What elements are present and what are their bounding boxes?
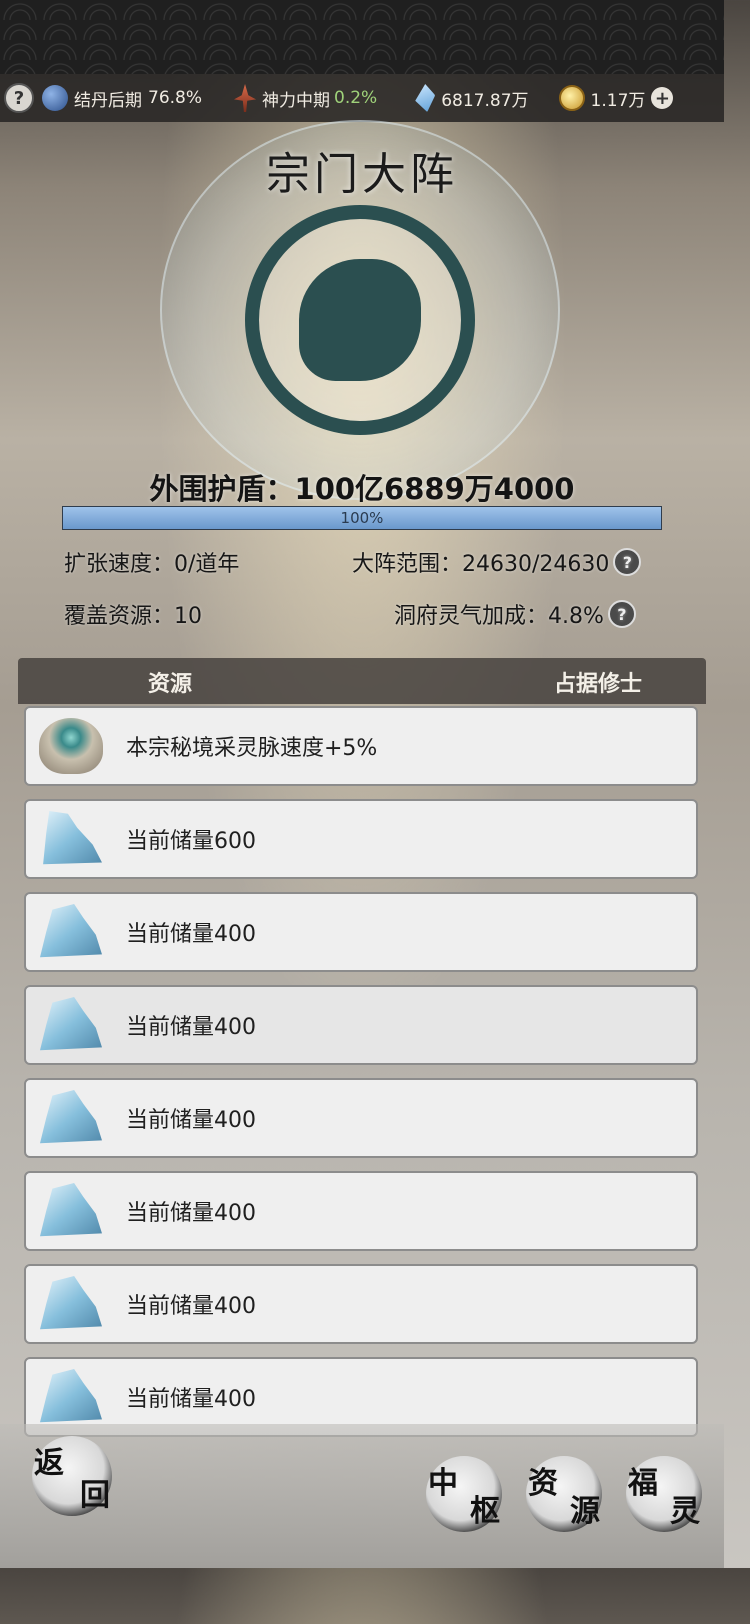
blessing-char-1: 福 (628, 1466, 658, 1501)
ore-crystal-icon (36, 1272, 106, 1336)
spirit-stone-stat: 6817.87万 (415, 84, 529, 112)
gold-coin-icon (558, 85, 585, 111)
back-char-1: 返 (34, 1446, 64, 1481)
resource-row[interactable]: 当前储量400 (24, 892, 698, 972)
ore-crystal-shape (40, 997, 102, 1051)
spirit-creature-icon (36, 714, 106, 778)
row-text: 当前储量600 (126, 829, 256, 854)
row-text: 当前储量400 (126, 1387, 256, 1412)
range-help-button[interactable]: ? (613, 548, 642, 576)
resources-button[interactable]: 资 源 (526, 1456, 602, 1532)
gold-stat: 1.17万 + (558, 85, 674, 111)
row-text: 当前储量400 (126, 1294, 256, 1319)
resource-row[interactable]: 当前储量400 (24, 1264, 698, 1344)
ore-crystal-icon (36, 900, 106, 964)
back-char-2: 回 (80, 1478, 110, 1513)
resource-row[interactable]: 当前储量400 (24, 1078, 698, 1158)
spirit-stone-count: 6817.87万 (441, 90, 529, 111)
ore-crystal-icon (36, 1086, 106, 1150)
range-text: 大阵范围：24630/24630 (352, 552, 610, 577)
aura-bonus-text: 洞府灵气加成：4.8% (394, 604, 604, 629)
ore-crystal-icon (36, 1365, 106, 1429)
divine-percent: 0.2% (334, 88, 378, 108)
ore-crystal-icon (36, 807, 106, 871)
table-header: 资源 占据修士 (18, 658, 706, 704)
row-text: 当前储量400 (126, 1108, 256, 1133)
center-button[interactable]: 中 枢 (426, 1456, 502, 1532)
row-text: 本宗秘境采灵脉速度+5% (126, 736, 378, 761)
ore-crystal-shape (40, 904, 102, 958)
resource-row[interactable]: 当前储量400 (24, 1171, 698, 1251)
aura-help-button[interactable]: ? (607, 600, 636, 628)
ore-crystal-icon (36, 993, 106, 1057)
resources-char-2: 源 (570, 1494, 600, 1529)
trident-icon (234, 84, 257, 112)
expand-speed-text: 扩张速度：0/道年 (64, 552, 240, 577)
ore-crystal-shape (40, 1183, 102, 1237)
blessing-char-2: 灵 (670, 1494, 700, 1529)
blessing-button[interactable]: 福 灵 (626, 1456, 702, 1532)
realm-percent: 76.8% (148, 88, 203, 108)
col-resource: 资源 (148, 672, 193, 697)
center-char-2: 枢 (470, 1494, 500, 1529)
realm-label: 结丹后期 (74, 90, 142, 111)
range-stat: 大阵范围：24630/24630 ? (352, 546, 642, 578)
yinyang-icon (42, 85, 68, 111)
ore-crystal-shape (40, 1276, 102, 1330)
top-wave-band (0, 0, 724, 74)
divine-stat: 神力中期 0.2% (234, 84, 377, 112)
add-gold-button[interactable]: + (651, 87, 674, 109)
row-text: 当前储量400 (126, 1015, 256, 1040)
back-button[interactable]: 返 回 (32, 1436, 112, 1516)
page-title: 宗门大阵 (266, 149, 458, 200)
row-text: 当前储量400 (126, 922, 256, 947)
realm-stat: 结丹后期 76.8% (42, 85, 202, 111)
resource-row[interactable]: 本宗秘境采灵脉速度+5% (24, 706, 698, 786)
ore-crystal-icon (36, 1179, 106, 1243)
ore-crystal-shape (40, 1090, 102, 1144)
spirit-creature-shape (39, 718, 103, 774)
col-occupier: 占据修士 (553, 672, 642, 697)
divine-label: 神力中期 (262, 90, 331, 111)
help-button[interactable]: ? (4, 83, 34, 113)
ore-crystal-shape (40, 1369, 102, 1423)
resource-row[interactable]: 当前储量400 (24, 985, 698, 1065)
coverage-stat: 覆盖资源：10 (64, 598, 202, 630)
shield-label: 外围护盾：100亿6889万4000 (149, 472, 575, 506)
row-text: 当前储量400 (126, 1201, 256, 1226)
shield-progress-text: 100% (340, 509, 384, 527)
resources-char-1: 资 (528, 1466, 558, 1501)
dragon-emblem-icon (299, 259, 421, 381)
aura-bonus-stat: 洞府灵气加成：4.8% ? (394, 598, 636, 630)
center-char-1: 中 (428, 1466, 458, 1501)
formation-emblem-icon (245, 205, 475, 435)
resource-row[interactable]: 当前储量600 (24, 799, 698, 879)
shield-progress-bar: 100% (62, 506, 662, 530)
expand-speed-stat: 扩张速度：0/道年 (64, 546, 239, 578)
coverage-text: 覆盖资源：10 (64, 604, 202, 629)
gold-count: 1.17万 (590, 90, 646, 111)
resource-bar: ? 结丹后期 76.8% 神力中期 0.2% 6817.87万 1.17万 + (0, 74, 724, 122)
ore-crystal-shape (43, 811, 102, 865)
spirit-stone-icon (415, 84, 436, 112)
